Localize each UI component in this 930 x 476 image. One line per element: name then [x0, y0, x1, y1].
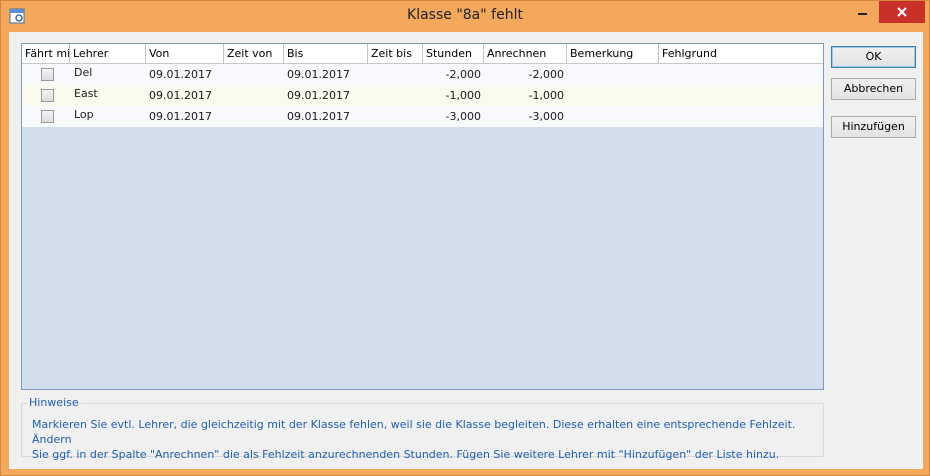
column-header-bis[interactable]: Bis [284, 44, 368, 64]
window-title: Klasse "8a" fehlt [407, 7, 523, 23]
minimize-icon [858, 13, 867, 15]
table-row[interactable]: Del 09.01.2017 09.01.2017 -2,000 -2,000 [22, 64, 823, 85]
hints-legend: Hinweise [27, 396, 81, 409]
stunden-cell: -2,000 [445, 68, 481, 81]
von-cell: 09.01.2017 [149, 110, 212, 123]
column-header-zeit-von[interactable]: Zeit von [224, 44, 284, 64]
table-header: Fährt mit Lehrer Von Zeit von Bis Zeit b… [22, 44, 823, 64]
stunden-cell: -1,000 [445, 89, 481, 102]
anrechnen-cell[interactable]: -3,000 [484, 106, 567, 127]
column-header-anrechnen[interactable]: Anrechnen [484, 44, 567, 64]
column-header-lehrer[interactable]: Lehrer [70, 44, 146, 64]
bis-cell: 09.01.2017 [287, 68, 350, 81]
column-header-fehlgrund[interactable]: Fehlgrund [659, 44, 823, 64]
minimize-button[interactable] [846, 1, 880, 23]
hints-line-2: Sie ggf. in der Spalte "Anrechnen" die a… [32, 448, 780, 461]
table-row[interactable]: East 09.01.2017 09.01.2017 -1,000 -1,000 [22, 85, 823, 106]
close-button[interactable] [879, 1, 925, 23]
column-header-zeit-bis[interactable]: Zeit bis [368, 44, 423, 64]
dialog-window: Klasse "8a" fehlt Fährt mit Lehrer Von Z… [0, 0, 930, 476]
close-icon [897, 7, 907, 17]
faehrt-mit-checkbox[interactable] [41, 110, 54, 123]
faehrt-mit-checkbox[interactable] [41, 68, 54, 81]
hints-line-1: Markieren Sie evtl. Lehrer, die gleichze… [32, 418, 796, 446]
bis-cell: 09.01.2017 [287, 89, 350, 102]
column-header-bemerkung[interactable]: Bemerkung [567, 44, 659, 64]
anrechnen-cell[interactable]: -1,000 [484, 85, 567, 106]
anrechnen-cell[interactable]: -2,000 [484, 64, 567, 85]
column-header-stunden[interactable]: Stunden [423, 44, 484, 64]
dialog-body: Fährt mit Lehrer Von Zeit von Bis Zeit b… [9, 32, 923, 469]
ok-button[interactable]: OK [831, 46, 916, 68]
lehrer-cell: Del [74, 66, 93, 79]
hints-groupbox: Hinweise Markieren Sie evtl. Lehrer, die… [21, 396, 824, 461]
von-cell: 09.01.2017 [149, 89, 212, 102]
add-button[interactable]: Hinzufügen [831, 116, 916, 138]
column-header-faehrt-mit[interactable]: Fährt mit [22, 44, 70, 64]
teacher-table[interactable]: Fährt mit Lehrer Von Zeit von Bis Zeit b… [21, 43, 824, 390]
table-row[interactable]: Lop 09.01.2017 09.01.2017 -3,000 -3,000 [22, 106, 823, 127]
title-bar[interactable]: Klasse "8a" fehlt [1, 1, 929, 31]
faehrt-mit-checkbox[interactable] [41, 89, 54, 102]
bis-cell: 09.01.2017 [287, 110, 350, 123]
cancel-button[interactable]: Abbrechen [831, 78, 916, 100]
lehrer-cell: East [74, 87, 98, 100]
lehrer-cell: Lop [74, 108, 94, 121]
stunden-cell: -3,000 [445, 110, 481, 123]
von-cell: 09.01.2017 [149, 68, 212, 81]
hints-text: Markieren Sie evtl. Lehrer, die gleichze… [32, 417, 812, 462]
column-header-von[interactable]: Von [146, 44, 224, 64]
